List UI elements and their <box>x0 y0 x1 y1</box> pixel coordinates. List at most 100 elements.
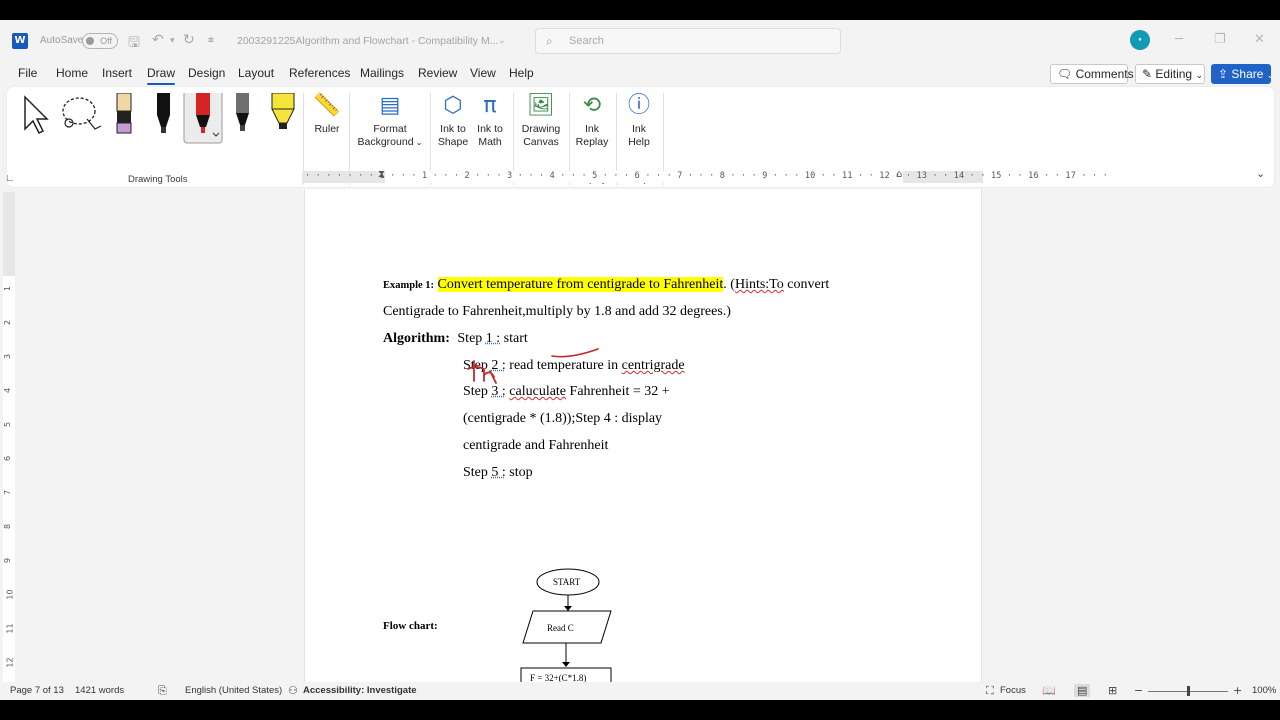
ink-annotations[interactable] <box>460 325 620 405</box>
example-line-2[interactable]: Centigrade to Fahrenheit,multiply by 1.8… <box>383 304 731 320</box>
highlighter-icon[interactable] <box>271 93 295 129</box>
drawing-canvas-label-1: Drawing <box>521 123 561 135</box>
autosave-toggle[interactable]: Off <box>82 33 118 49</box>
document-title[interactable]: 2003291225Algorithm and Flowchart - Comp… <box>237 35 498 47</box>
accessibility-status[interactable]: Accessibility: Investigate <box>303 685 417 696</box>
step2-word: centrigrade <box>621 358 685 373</box>
tab-view[interactable]: View <box>470 66 496 80</box>
comments-label: Comments <box>1075 67 1134 81</box>
undo-icon[interactable]: ↶ <box>152 32 164 48</box>
comment-icon: 🗨 <box>1057 67 1073 81</box>
drawing-canvas-label-2: Canvas <box>523 136 559 148</box>
step4-line-2[interactable]: centigrade and Fahrenheit <box>463 438 608 454</box>
step5-num: 5 : <box>491 465 506 480</box>
redo-icon[interactable]: ↻ <box>183 32 195 48</box>
chevron-down-icon: ⌄ <box>413 138 423 147</box>
web-layout-icon[interactable]: ⊞ <box>1108 684 1117 697</box>
word-count[interactable]: 1421 words <box>75 685 124 696</box>
example-line-1[interactable]: Example 1: Convert temperature from cent… <box>383 277 829 293</box>
page-count[interactable]: Page 7 of 13 <box>10 685 64 696</box>
ruler-button[interactable]: 📏 Ruler <box>310 93 344 136</box>
vruler-number: 5 <box>3 421 13 428</box>
ink-replay-button[interactable]: ⟲ Ink Replay <box>573 93 611 149</box>
horizontal-ruler[interactable]: · · · · · · · 1 · · · 1 · · · 2 · · · 3 … <box>20 168 1280 186</box>
step5-pre: Step <box>463 465 492 480</box>
ink-to-math-label-2: Math <box>478 136 502 148</box>
example-rest-post: convert <box>783 277 830 292</box>
zoom-in-icon[interactable]: + <box>1233 684 1242 697</box>
ink-replay-label-2: Replay <box>575 136 609 148</box>
focus-icon[interactable]: ⛶ <box>986 684 994 698</box>
tab-layout[interactable]: Layout <box>238 66 274 80</box>
help-icon: ⓘ <box>627 93 650 118</box>
editing-label: Editing <box>1155 67 1193 81</box>
drawing-canvas-button[interactable]: 🖼 Drawing Canvas <box>517 93 565 149</box>
share-button[interactable]: ⇪ Share ⌄ <box>1211 64 1274 84</box>
tab-home[interactable]: Home <box>56 66 88 80</box>
avatar[interactable]: ● <box>1130 30 1150 50</box>
vruler-number: 12 <box>5 657 15 668</box>
tab-insert[interactable]: Insert <box>102 66 132 80</box>
indent-marker-icon[interactable]: ⧗ <box>378 169 385 180</box>
title-bar: W AutoSave Off 🖫 ↶ ▾ ↻ ⩧ 2003291225Algor… <box>0 20 1280 62</box>
editing-mode-button[interactable]: ✎ Editing ⌄ <box>1135 64 1205 84</box>
tab-file[interactable]: File <box>18 66 37 80</box>
ink-help-button[interactable]: ⓘ Ink Help <box>621 93 657 149</box>
tab-review[interactable]: Review <box>418 66 457 80</box>
proofing-icon[interactable]: ⎘ <box>158 684 167 698</box>
format-background-button[interactable]: ▤ Format Background ⌄ <box>353 93 427 149</box>
share-label: Share <box>1231 67 1264 81</box>
search-box[interactable]: ⌕ Search <box>535 28 841 54</box>
autosave-label: AutoSave <box>40 35 84 46</box>
ruler-ticks: · · · · · · · 1 · · · 1 · · · 2 · · · 3 … <box>305 171 1108 181</box>
ink-to-math-button[interactable]: π Ink to Math <box>473 93 507 149</box>
tab-help[interactable]: Help <box>509 66 534 80</box>
tab-references[interactable]: References <box>289 66 350 80</box>
tab-stop-selector[interactable]: ∟ <box>5 173 15 184</box>
restore-icon[interactable]: ❐ <box>1214 32 1226 47</box>
focus-label[interactable]: Focus <box>1000 685 1026 696</box>
customize-toolbar-icon[interactable]: ⩧ <box>208 35 214 46</box>
vruler-top-margin <box>3 192 15 276</box>
vertical-ruler[interactable]: 1 2 3 4 5 6 7 8 9 10 11 12 13 <box>3 192 15 700</box>
tab-design[interactable]: Design <box>188 66 225 80</box>
ink-replay-icon: ⟲ <box>582 93 602 118</box>
eraser-pen-icon[interactable] <box>116 93 132 134</box>
ink-to-shape-button[interactable]: ⬡ Ink to Shape <box>435 93 471 149</box>
tab-mailings[interactable]: Mailings <box>360 66 404 80</box>
accessibility-icon[interactable]: ⚇ <box>288 684 298 697</box>
red-pen-icon-selected[interactable] <box>183 93 223 144</box>
close-icon[interactable]: ✕ <box>1254 32 1265 47</box>
undo-dropdown-icon[interactable]: ▾ <box>170 36 175 46</box>
ink-help-label-1: Ink <box>631 123 646 135</box>
zoom-out-icon[interactable]: − <box>1134 684 1143 697</box>
tab-draw[interactable]: Draw <box>147 66 176 85</box>
search-icon: ⌕ <box>546 34 553 48</box>
zoom-slider-thumb[interactable] <box>1187 686 1190 696</box>
ink-to-shape-icon: ⬡ <box>443 93 463 118</box>
vruler-number: 9 <box>3 557 13 564</box>
minimize-icon[interactable]: ─ <box>1175 32 1183 47</box>
vruler-number: 10 <box>5 589 15 600</box>
zoom-level[interactable]: 100% <box>1252 685 1276 696</box>
select-arrow-icon[interactable] <box>24 95 49 135</box>
save-icon[interactable]: 🖫 <box>128 32 140 56</box>
title-dropdown-icon[interactable]: ⌄ <box>498 36 506 46</box>
black-pen-icon[interactable] <box>157 93 170 133</box>
print-layout-icon[interactable]: ▤ <box>1074 684 1091 697</box>
drawing-tools-svg <box>24 93 295 144</box>
ink-stroke-scribble[interactable] <box>467 360 497 384</box>
ink-stroke-underline[interactable] <box>551 348 599 358</box>
comments-button[interactable]: 🗨 Comments <box>1050 64 1134 84</box>
step5-line[interactable]: Step 5 : stop <box>463 465 533 481</box>
vruler-number: 3 <box>3 353 13 360</box>
step3-line-2[interactable]: (centigrade * (1.8));Step 4 : display <box>463 411 662 427</box>
lasso-select-icon[interactable] <box>62 97 102 130</box>
example-rest-pre: . ( <box>723 277 735 292</box>
right-indent-marker-icon[interactable]: ⌂ <box>896 169 902 180</box>
example-label: Example 1: <box>383 280 435 291</box>
ink-to-math-label-1: Ink to <box>477 123 503 135</box>
read-mode-icon[interactable]: 📖 <box>1042 684 1056 697</box>
pencil-tool-icon[interactable] <box>236 93 249 131</box>
language[interactable]: English (United States) <box>185 685 282 696</box>
